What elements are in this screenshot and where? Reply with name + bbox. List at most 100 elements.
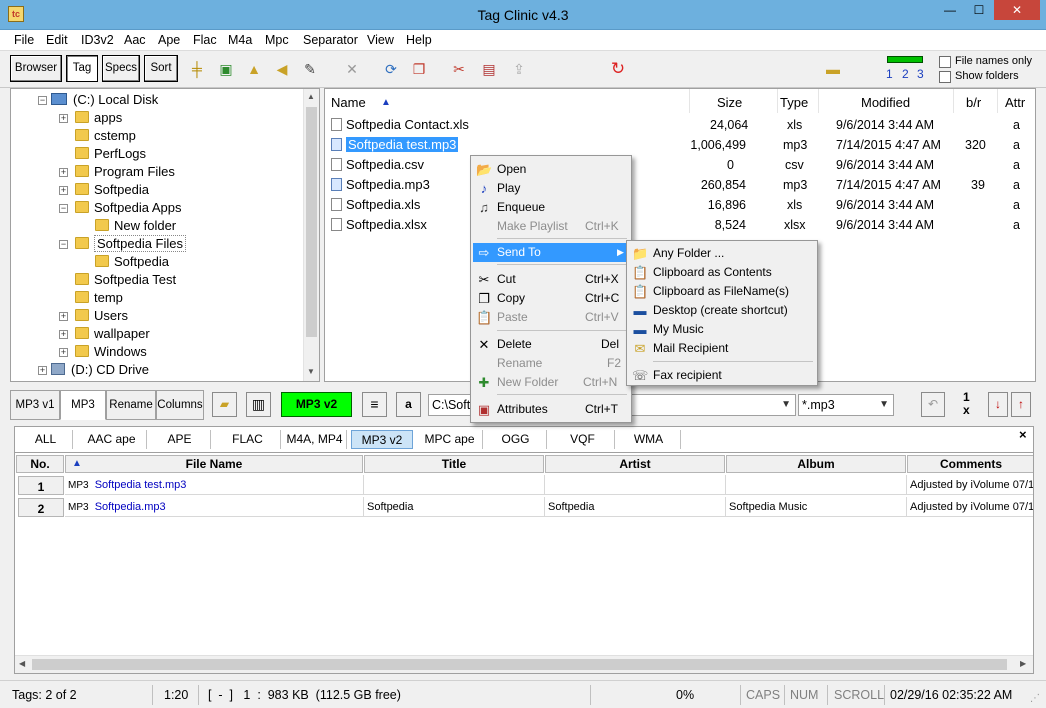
menu-flac[interactable]: Flac <box>193 33 217 47</box>
menu-item-my-music[interactable]: ▬ My Music <box>629 320 815 339</box>
copy-tags-icon[interactable]: ❐ <box>410 60 428 78</box>
tag-button[interactable]: Tag <box>66 55 98 82</box>
minimize-button[interactable]: — <box>936 0 964 20</box>
file-row[interactable]: Softpedia.xls <box>331 197 420 212</box>
lines-button[interactable]: ≡ <box>362 392 387 417</box>
tagtab-m4a-mp4[interactable]: M4A, MP4 <box>283 430 347 449</box>
up-folder-icon[interactable]: ▲ <box>245 60 263 78</box>
a-button[interactable]: a <box>396 392 421 417</box>
undo-button[interactable]: ↶ <box>921 392 945 417</box>
menu-aac[interactable]: Aac <box>124 33 146 47</box>
scissors-icon[interactable]: ✂ <box>450 60 468 78</box>
paste-icon[interactable]: ▤ <box>480 60 498 78</box>
back-folder-icon[interactable]: ◀ <box>273 60 291 78</box>
tree-item[interactable]: + apps <box>59 109 122 127</box>
grid-header-album[interactable]: Album <box>726 455 906 473</box>
menu-item-send-to[interactable]: ⇨ Send To ▶ <box>473 243 629 262</box>
folder-tree[interactable]: − (C:) Local Disk + apps cstemp PerfLogs … <box>10 88 320 382</box>
move-down-button[interactable]: ↓ <box>988 392 1008 417</box>
row-number[interactable]: 2 <box>18 498 64 517</box>
tree-item[interactable]: Softpedia <box>95 253 169 271</box>
folder-icon[interactable]: ▬ <box>824 60 842 78</box>
grid-header-no[interactable]: No. <box>16 455 64 473</box>
tag-grid[interactable]: No. ▲ File Name Title Artist Album Commen… <box>14 452 1034 674</box>
tree-item[interactable]: + Program Files <box>59 163 175 181</box>
tree-item[interactable]: cstemp <box>75 127 136 145</box>
tree-item[interactable]: + wallpaper <box>59 325 150 343</box>
tab-mp3v1[interactable]: MP3 v1 <box>10 390 60 420</box>
menu-separator[interactable]: Separator <box>303 33 358 47</box>
tab-mp3[interactable]: MP3 <box>60 390 106 420</box>
expand-icon[interactable]: + <box>38 366 47 375</box>
menu-item-attributes[interactable]: ▣ Attributes Ctrl+T <box>473 400 629 419</box>
tree-item[interactable]: Softpedia Test <box>75 271 176 289</box>
menu-item-any-folder[interactable]: 📁 Any Folder ... <box>629 244 815 263</box>
show-folders-checkbox[interactable] <box>939 71 951 83</box>
menu-item-desktop[interactable]: ▬ Desktop (create shortcut) <box>629 301 815 320</box>
menu-view[interactable]: View <box>367 33 394 47</box>
scroll-thumb[interactable] <box>306 107 317 337</box>
file-row[interactable]: Softpedia.mp3 <box>331 177 430 192</box>
scroll-thumb[interactable] <box>32 659 1007 670</box>
col-br-header[interactable]: b/r <box>966 95 981 110</box>
col-name-header[interactable]: Name <box>331 95 366 110</box>
tagtab-vqf[interactable]: VQF <box>551 430 615 449</box>
sort-button[interactable]: Sort <box>144 55 178 82</box>
tree-item-d-drive[interactable]: + (D:) CD Drive <box>38 361 149 379</box>
split-icon[interactable]: ╪ <box>188 60 206 78</box>
col-size-header[interactable]: Size <box>717 95 742 110</box>
grid-header-comments[interactable]: Comments <box>907 455 1033 473</box>
grid-header-artist[interactable]: Artist <box>545 455 725 473</box>
menu-item-open[interactable]: 📂 Open <box>473 160 629 179</box>
menu-help[interactable]: Help <box>406 33 432 47</box>
add-folder-icon[interactable]: ▣ <box>217 60 235 78</box>
close-tab-icon[interactable]: × <box>1019 427 1027 442</box>
menu-mpc[interactable]: Mpc <box>265 33 289 47</box>
tree-item[interactable]: temp <box>75 289 123 307</box>
menu-item-cut[interactable]: ✂ Cut Ctrl+X <box>473 270 629 289</box>
tree-item[interactable]: + Softpedia <box>59 181 149 199</box>
menu-item-mail-recipient[interactable]: ✉ Mail Recipient <box>629 339 815 358</box>
menu-ape[interactable]: Ape <box>158 33 180 47</box>
col-attr-header[interactable]: Attr <box>1005 95 1025 110</box>
grid-header-title[interactable]: Title <box>364 455 544 473</box>
menu-item-copy[interactable]: ❐ Copy Ctrl+C <box>473 289 629 308</box>
file-row[interactable]: Softpedia.xlsx <box>331 217 427 232</box>
tagtab-mpc-ape[interactable]: MPC ape <box>417 430 483 449</box>
level-3[interactable]: 3 <box>917 67 924 81</box>
browser-button[interactable]: Browser <box>10 55 62 82</box>
refresh-folders-icon[interactable]: ⟳ <box>382 60 400 78</box>
level-2[interactable]: 2 <box>902 67 909 81</box>
tab-rename[interactable]: Rename <box>106 390 156 420</box>
menu-m4a[interactable]: M4a <box>228 33 252 47</box>
sync-icon[interactable]: ↻ <box>609 60 627 78</box>
menu-edit[interactable]: Edit <box>46 33 68 47</box>
pen-icon[interactable]: ✎ <box>301 60 319 78</box>
tagtab-mp3v2[interactable]: MP3 v2 <box>351 430 413 449</box>
open-folder-button[interactable]: ▰ <box>212 392 237 417</box>
specs-button[interactable]: Specs <box>102 55 140 82</box>
menu-item-fax-recipient[interactable]: ☏ Fax recipient <box>629 366 815 385</box>
file-row-selected[interactable]: Softpedia test.mp3 <box>331 137 459 152</box>
file-row[interactable]: Softpedia Contact.xls <box>331 117 469 132</box>
file-names-only-checkbox[interactable] <box>939 56 951 68</box>
menu-item-make-playlist[interactable]: Make Playlist Ctrl+K <box>473 217 629 236</box>
tree-item-c-drive[interactable]: − (C:) Local Disk <box>38 91 158 109</box>
menu-item-play[interactable]: ♪ Play <box>473 179 629 198</box>
menu-item-enqueue[interactable]: ♫ Enqueue <box>473 198 629 217</box>
delete-icon[interactable]: ✕ <box>343 60 361 78</box>
close-button[interactable]: ✕ <box>994 0 1040 20</box>
mp3v2-button[interactable]: MP3 v2 <box>281 392 352 417</box>
tree-item[interactable]: + Users <box>59 307 128 325</box>
menu-file[interactable]: File <box>14 33 34 47</box>
row-number[interactable]: 1 <box>18 476 64 495</box>
tree-item[interactable]: New folder <box>95 217 176 235</box>
tree-item[interactable]: PerfLogs <box>75 145 146 163</box>
tagtab-aac-ape[interactable]: AAC ape <box>77 430 147 449</box>
resize-grip-icon[interactable]: ⋰ <box>1030 693 1040 704</box>
col-type-header[interactable]: Type <box>780 95 808 110</box>
filter-combobox[interactable]: *.mp3 ▼ <box>798 394 894 416</box>
tree-scrollbar[interactable]: ▲ ▼ <box>303 89 319 381</box>
collapse-icon[interactable]: − <box>38 96 47 105</box>
tagtab-ape[interactable]: APE <box>149 430 211 449</box>
